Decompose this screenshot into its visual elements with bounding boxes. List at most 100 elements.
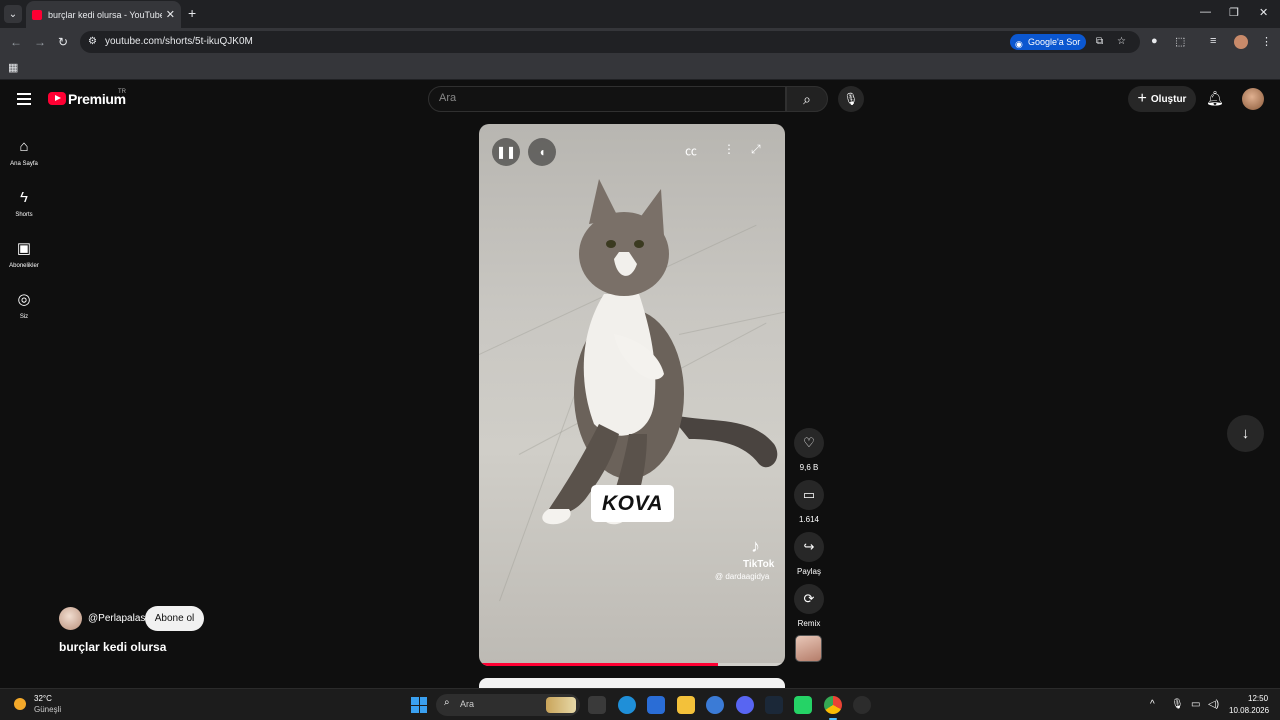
back-icon[interactable]: ← bbox=[10, 35, 22, 49]
app-icon[interactable] bbox=[853, 696, 871, 714]
tab-title: burçlar kedi olursa - YouTube bbox=[48, 9, 162, 20]
notifications-bell-icon[interactable]: 🔔︎ bbox=[1206, 90, 1224, 107]
overlay-caption: KOVA bbox=[591, 485, 674, 522]
close-icon[interactable]: ✕ bbox=[166, 8, 175, 21]
like-button[interactable]: ♡ 9,6 B bbox=[793, 428, 825, 472]
tab-search-icon[interactable]: ⌄ bbox=[4, 5, 22, 23]
store-icon[interactable] bbox=[647, 696, 665, 714]
windows-taskbar: 32°C Güneşli ⌕ Ara ^ 🎙 ▭ ◁) 12:50 10.08.… bbox=[0, 688, 1280, 720]
hamburger-menu-icon[interactable] bbox=[17, 93, 31, 105]
fullscreen-icon[interactable]: ⤢ bbox=[751, 142, 761, 157]
minimize-icon[interactable]: — bbox=[1200, 6, 1211, 18]
clock-date[interactable]: 10.08.2026 bbox=[1229, 706, 1269, 715]
plus-icon: + bbox=[1137, 90, 1147, 107]
search-highlight-icon bbox=[546, 697, 576, 713]
next-short-preview[interactable] bbox=[479, 678, 785, 688]
whatsapp-icon[interactable] bbox=[794, 696, 812, 714]
search-icon: ⌕ bbox=[444, 697, 450, 708]
windows-start-icon[interactable] bbox=[411, 697, 427, 713]
file-explorer-icon[interactable] bbox=[677, 696, 695, 714]
sidebar-item-home[interactable]: ⌂ Ana Sayfa bbox=[0, 128, 48, 176]
search-input[interactable] bbox=[439, 92, 759, 104]
new-tab-button[interactable]: + bbox=[188, 5, 196, 21]
settings-app-icon[interactable] bbox=[706, 696, 724, 714]
search-button[interactable]: ⌕ bbox=[786, 86, 828, 112]
voice-search-button[interactable]: 🎙 bbox=[838, 86, 864, 112]
comments-button[interactable]: ▭ 1.614 bbox=[793, 480, 825, 524]
sound-thumbnail[interactable] bbox=[795, 635, 822, 662]
progress-bar[interactable] bbox=[479, 663, 785, 666]
subscribe-button[interactable]: Abone ol bbox=[145, 606, 204, 631]
taskbar-search[interactable]: ⌕ Ara bbox=[436, 694, 580, 716]
progress-fill bbox=[479, 663, 718, 666]
pause-button[interactable]: ❚❚ bbox=[492, 138, 520, 166]
browser-tab[interactable]: burçlar kedi olursa - YouTube ✕ bbox=[26, 1, 181, 28]
browser-tab-strip: ⌄ burçlar kedi olursa - YouTube ✕ + — ❐ … bbox=[0, 0, 1280, 28]
google-sor-button[interactable]: ◉ Google'a Sor bbox=[1010, 34, 1087, 50]
star-icon[interactable]: ☆ bbox=[1117, 36, 1126, 47]
more-options-icon[interactable]: ⋮ bbox=[723, 142, 735, 156]
shorts-icon: ϟ bbox=[20, 189, 28, 206]
mic-tray-icon[interactable]: 🎙 bbox=[1171, 699, 1184, 710]
remix-button[interactable]: ⟳ Remix bbox=[793, 584, 825, 628]
captions-icon[interactable]: ㏄ bbox=[685, 142, 697, 159]
sidebar-item-you[interactable]: ◎ Siz bbox=[0, 281, 48, 329]
sidebar-item-subscriptions[interactable]: ▣ Abonelikler bbox=[0, 230, 48, 278]
volume-tray-icon[interactable]: ◁) bbox=[1208, 699, 1219, 710]
omnibox[interactable]: ⚙ youtube.com/shorts/5t-ikuQJK0M ◉ Googl… bbox=[80, 31, 1140, 53]
maximize-icon[interactable]: ❐ bbox=[1229, 6, 1239, 19]
apps-icon[interactable]: ▦ bbox=[8, 61, 18, 74]
channel-handle[interactable]: @Perlapalas bbox=[88, 613, 145, 624]
watermark-name: TikTok bbox=[743, 559, 775, 570]
sun-icon[interactable] bbox=[14, 698, 26, 710]
forward-icon[interactable]: → bbox=[34, 35, 46, 49]
task-view-icon[interactable] bbox=[588, 696, 606, 714]
share-icon: ↪ bbox=[794, 532, 824, 562]
search-box bbox=[428, 86, 786, 112]
profile-icon[interactable] bbox=[1234, 35, 1248, 49]
install-icon[interactable]: ⧉ bbox=[1096, 36, 1103, 47]
clock-time[interactable]: 12:50 bbox=[1248, 694, 1268, 703]
next-short-button[interactable]: ↓ bbox=[1227, 415, 1264, 452]
comment-icon: ▭ bbox=[794, 480, 824, 510]
steam-icon[interactable] bbox=[765, 696, 783, 714]
volume-button[interactable]: ◖ bbox=[528, 138, 556, 166]
cat-video-frame bbox=[542, 179, 778, 525]
address-toolbar: ← → ↻ ⚙ youtube.com/shorts/5t-ikuQJK0M ◉… bbox=[0, 28, 1280, 56]
avatar[interactable] bbox=[1242, 88, 1264, 110]
sidebar-item-label: Ana Sayfa bbox=[10, 161, 38, 167]
watermark-handle: @ dardaagidya bbox=[715, 572, 770, 581]
bookmarks-bar: ▦ bbox=[0, 56, 1280, 80]
remix-icon: ⟳ bbox=[794, 584, 824, 614]
mic-icon: 🎙 bbox=[843, 92, 859, 106]
menu-icon[interactable]: ⋮ bbox=[1261, 35, 1272, 48]
display-icon[interactable]: ▭ bbox=[1191, 699, 1200, 710]
weather-temp[interactable]: 32°C bbox=[34, 694, 52, 703]
create-button[interactable]: + Oluştur bbox=[1128, 86, 1196, 112]
channel-avatar[interactable] bbox=[59, 607, 82, 630]
country-code: TR bbox=[118, 89, 126, 95]
extension-icon[interactable]: ⬚ bbox=[1175, 35, 1185, 48]
reload-icon[interactable]: ↻ bbox=[58, 35, 68, 49]
weather-desc[interactable]: Güneşli bbox=[34, 705, 61, 714]
site-info-icon[interactable]: ⚙ bbox=[88, 36, 97, 47]
url-text[interactable]: youtube.com/shorts/5t-ikuQJK0M bbox=[105, 36, 253, 47]
like-icon: ♡ bbox=[794, 428, 824, 458]
shorts-player[interactable]: KOVA ❚❚ ◖ ㏄ ⋮ ⤢ ♪ TikTok @ dardaagidya bbox=[479, 124, 785, 666]
extension-avatar-icon[interactable]: ● bbox=[1151, 35, 1158, 47]
share-button[interactable]: ↪ Paylaş bbox=[793, 532, 825, 576]
chevron-up-icon[interactable]: ^ bbox=[1150, 699, 1155, 710]
edge-icon[interactable] bbox=[618, 696, 636, 714]
short-title[interactable]: burçlar kedi olursa bbox=[59, 640, 166, 654]
discord-icon[interactable] bbox=[736, 696, 754, 714]
home-icon: ⌂ bbox=[19, 138, 29, 155]
chrome-icon[interactable] bbox=[824, 696, 842, 714]
create-label: Oluştur bbox=[1150, 93, 1187, 105]
sidebar-item-label: Shorts bbox=[15, 212, 33, 218]
media-icon[interactable]: ≡ bbox=[1210, 35, 1216, 47]
pause-icon: ❚❚ bbox=[495, 145, 517, 159]
window-close-icon[interactable]: ✕ bbox=[1259, 6, 1268, 19]
youtube-logo-icon[interactable] bbox=[48, 92, 66, 105]
sidebar-item-shorts[interactable]: ϟ Shorts bbox=[0, 179, 48, 227]
subscriptions-icon: ▣ bbox=[16, 240, 32, 257]
